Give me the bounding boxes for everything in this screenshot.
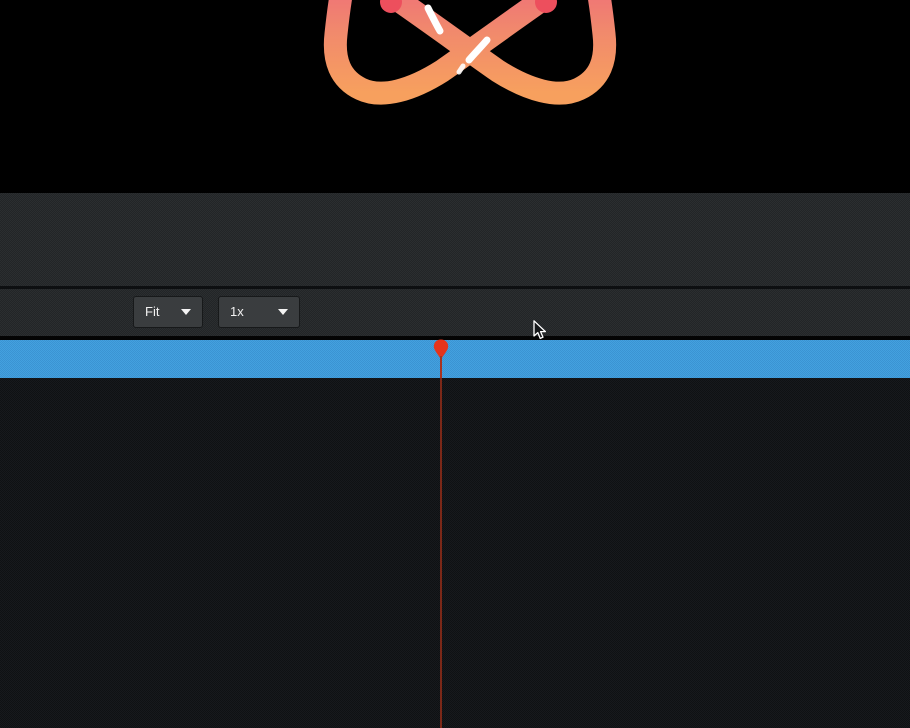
player-panel — [0, 193, 910, 286]
timeline-panel — [0, 378, 910, 728]
chevron-down-icon — [278, 309, 288, 315]
playback-speed-select[interactable]: 1x — [218, 296, 300, 328]
timeline-track[interactable] — [0, 340, 910, 378]
animation-player-window: Fit 1x — [0, 0, 910, 728]
highlight-streak-3 — [459, 66, 463, 72]
pretzel-animation-shape — [0, 0, 910, 193]
animation-preview — [0, 0, 910, 193]
playback-speed-value: 1x — [230, 297, 244, 327]
chevron-down-icon — [181, 309, 191, 315]
zoom-fit-value: Fit — [145, 297, 159, 327]
playhead-line — [440, 378, 442, 728]
playhead-line — [440, 356, 442, 378]
zoom-fit-select[interactable]: Fit — [133, 296, 203, 328]
player-toolbar: Fit 1x — [0, 289, 910, 336]
